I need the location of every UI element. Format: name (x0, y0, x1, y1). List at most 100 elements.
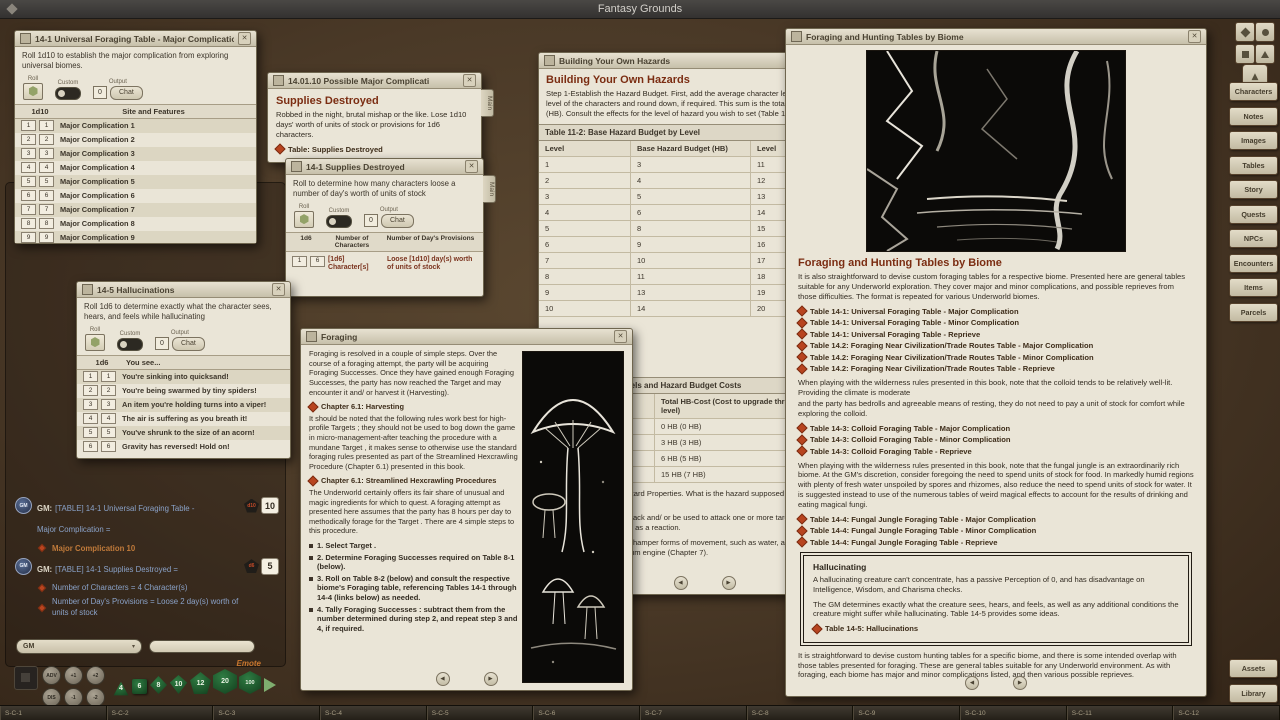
window-title-bar[interactable]: Foraging ✕ (301, 329, 632, 345)
hotkey-slot[interactable]: S-C-1 (0, 706, 107, 720)
dice-tray-toggle[interactable] (14, 666, 38, 690)
table-row[interactable]: 3 3 An item you're holding turns into a … (77, 398, 290, 412)
hotkey-slot[interactable]: S-C-10 (960, 706, 1067, 720)
hotkey-slot[interactable]: S-C-12 (1173, 706, 1280, 720)
table-link[interactable]: Table 14-1: Universal Foraging Table - M… (798, 307, 1194, 316)
chat-input[interactable] (149, 640, 255, 653)
sidebar-button[interactable]: NPCs (1229, 229, 1278, 248)
table-row[interactable]: 2 2 You're being swarmed by tiny spiders… (77, 384, 290, 398)
hotkey-slot[interactable]: S-C-3 (213, 706, 320, 720)
hotkey-slot[interactable]: S-C-2 (107, 706, 214, 720)
window-title-bar[interactable]: 14-5 Hallucinations ✕ (77, 282, 290, 298)
tab-main[interactable]: Main (481, 89, 494, 117)
window-title-bar[interactable]: Foraging and Hunting Tables by Biome ✕ (786, 29, 1206, 45)
table-row[interactable]: 9 9 Major Complication 9 (15, 231, 256, 243)
modifier-token[interactable]: ADV (42, 666, 61, 685)
prev-page-button[interactable]: ◀ (674, 576, 688, 590)
hotkey-slot[interactable]: S-C-9 (853, 706, 960, 720)
dice-tray-arrow-icon[interactable] (264, 678, 276, 692)
custom-dice-toggle[interactable] (117, 338, 143, 351)
hotkey-slot[interactable]: S-C-7 (640, 706, 747, 720)
table-row[interactable]: 3 3 Major Complication 3 (15, 147, 256, 161)
output-chat-button[interactable]: Chat (110, 86, 143, 100)
next-page-button[interactable]: ▶ (1013, 676, 1027, 690)
table-link[interactable]: Table 14-3: Colloid Foraging Table - Maj… (798, 424, 1194, 433)
die-roll-chip[interactable]: d10 10 (244, 497, 279, 514)
roll-button[interactable] (294, 211, 314, 228)
window-title-bar[interactable]: 14.01.10 Possible Major Complicati ✕ (268, 73, 481, 89)
table-row[interactable]: 4 4 The air is suffering as you breath i… (77, 412, 290, 426)
link-supplies-destroyed-table[interactable]: Table: Supplies Destroyed (276, 145, 473, 154)
table-row[interactable]: 5 5 You've shrunk to the size of an acor… (77, 426, 290, 440)
d20-die[interactable]: 20 (213, 669, 237, 694)
close-icon[interactable]: ✕ (238, 32, 251, 45)
link-chapter-harvesting[interactable]: Chapter 6.1: Harvesting (309, 402, 518, 411)
modifier-counter[interactable]: 0 (364, 214, 378, 227)
roll-button[interactable] (85, 334, 105, 351)
close-icon[interactable]: ✕ (272, 283, 285, 296)
table-row[interactable]: 7 7 Major Complication 7 (15, 203, 256, 217)
hotkey-slot[interactable]: S-C-5 (427, 706, 534, 720)
d4-die[interactable]: 4 (113, 681, 129, 696)
table-row[interactable]: 2 2 Major Complication 2 (15, 133, 256, 147)
d12-die[interactable]: 12 (190, 672, 211, 694)
sidebar-button[interactable]: Story (1229, 180, 1278, 199)
roll-button[interactable] (23, 83, 43, 100)
sidebar-button[interactable]: Images (1229, 131, 1278, 150)
emote-button[interactable]: Emote (237, 659, 261, 668)
table-link[interactable]: Table 14-4: Fungal Jungle Foraging Table… (798, 526, 1194, 535)
next-page-button[interactable]: ▶ (484, 672, 498, 686)
link-chapter-hexcrawling[interactable]: Chapter 6.1: Streamlined Hexcrawling Pro… (309, 476, 518, 485)
table-link[interactable]: Table 14-1: Universal Foraging Table - M… (798, 318, 1194, 327)
modifier-counter[interactable]: 0 (93, 86, 107, 99)
modifier-token[interactable]: +1 (64, 666, 83, 685)
custom-dice-toggle[interactable] (55, 87, 81, 100)
custom-dice-toggle[interactable] (326, 215, 352, 228)
close-icon[interactable]: ✕ (614, 330, 627, 343)
prev-page-button[interactable]: ◀ (436, 672, 450, 686)
modifier-counter[interactable]: 0 (155, 337, 169, 350)
sidebar-button[interactable]: Encounters (1229, 254, 1278, 273)
sidebar-button[interactable]: Library (1229, 684, 1278, 703)
token-tool-button[interactable] (1235, 44, 1255, 64)
close-icon[interactable]: ✕ (465, 160, 478, 173)
sidebar-button[interactable]: Notes (1229, 107, 1278, 126)
hotkey-slot[interactable]: S-C-8 (747, 706, 854, 720)
table-row[interactable]: 6 6 Gravity has reversed! Hold on! (77, 440, 290, 454)
close-icon[interactable]: ✕ (1188, 30, 1201, 43)
d10-die[interactable]: 10 (169, 675, 188, 694)
pointer-tool-button[interactable] (1255, 22, 1275, 42)
chat-mode-select[interactable]: GM ▾ (16, 639, 142, 654)
table-link[interactable]: Table 14-3: Colloid Foraging Table - Rep… (798, 447, 1194, 456)
os-title-bar[interactable]: Fantasy Grounds (0, 0, 1280, 19)
modifier-token[interactable]: +2 (86, 666, 105, 685)
tab-main[interactable]: Main (483, 175, 496, 203)
sidebar-button[interactable]: Characters (1229, 82, 1278, 101)
table-link[interactable]: Table 14.2: Foraging Near Civilization/T… (798, 341, 1194, 350)
next-page-button[interactable]: ▶ (722, 576, 736, 590)
window-title-bar[interactable]: 14-1 Supplies Destroyed ✕ (286, 159, 483, 175)
table-row[interactable]: 4 4 Major Complication 4 (15, 161, 256, 175)
table-row[interactable]: 6 6 Major Complication 6 (15, 189, 256, 203)
sidebar-button[interactable]: Assets (1229, 659, 1278, 678)
table-link[interactable]: Table 14-4: Fungal Jungle Foraging Table… (798, 515, 1194, 524)
d6-die[interactable]: 6 (132, 679, 147, 694)
table-link[interactable]: Table 14-4: Fungal Jungle Foraging Table… (798, 538, 1194, 547)
output-chat-button[interactable]: Chat (172, 337, 205, 351)
table-link[interactable]: Table 14-5: Hallucinations (813, 624, 1179, 633)
sidebar-button[interactable]: Parcels (1229, 303, 1278, 322)
d8-die[interactable]: 8 (150, 676, 167, 694)
output-chat-button[interactable]: Chat (381, 214, 414, 228)
sidebar-button[interactable]: Tables (1229, 156, 1278, 175)
d100-die[interactable]: 100 (239, 671, 261, 694)
sidebar-button[interactable]: Quests (1229, 205, 1278, 224)
table-link[interactable]: Table 14.2: Foraging Near Civilization/T… (798, 364, 1194, 373)
table-row[interactable]: 1 1 Major Complication 1 (15, 119, 256, 133)
map-tool-button[interactable] (1255, 44, 1275, 64)
hotkey-slot[interactable]: S-C-6 (533, 706, 640, 720)
hotkey-slot[interactable]: S-C-11 (1067, 706, 1174, 720)
table-link[interactable]: Table 14-1: Universal Foraging Table - R… (798, 330, 1194, 339)
table-link[interactable]: Table 14.2: Foraging Near Civilization/T… (798, 353, 1194, 362)
window-title-bar[interactable]: 14-1 Universal Foraging Table - Major Co… (15, 31, 256, 47)
table-row[interactable]: 5 5 Major Complication 5 (15, 175, 256, 189)
